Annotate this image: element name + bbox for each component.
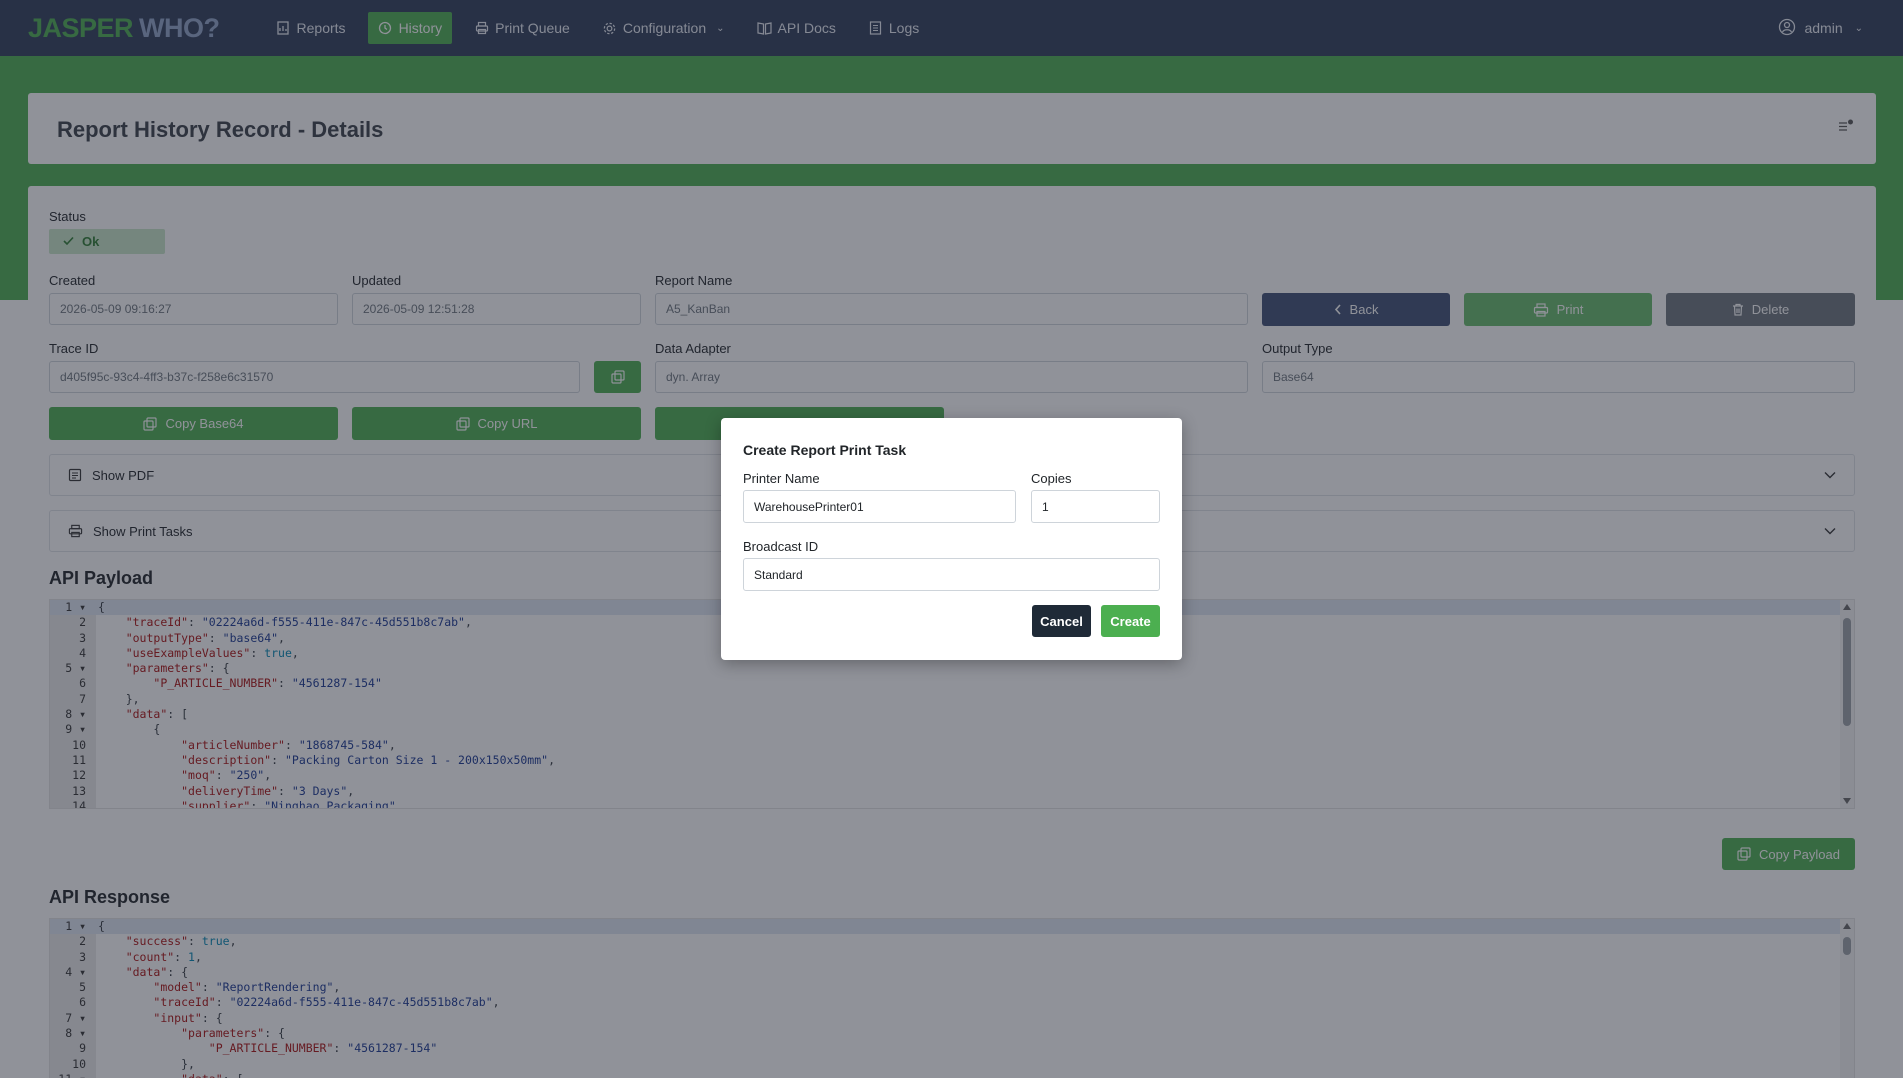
- broadcast-id-input[interactable]: Standard: [743, 558, 1160, 591]
- modal-title: Create Report Print Task: [743, 442, 907, 458]
- create-print-task-modal: Create Report Print Task Printer Name Wa…: [721, 418, 1182, 660]
- cancel-button[interactable]: Cancel: [1032, 605, 1091, 637]
- create-button[interactable]: Create: [1101, 605, 1160, 637]
- copies-label: Copies: [1031, 471, 1072, 486]
- printer-name-input[interactable]: WarehousePrinter01: [743, 490, 1016, 523]
- copies-input[interactable]: 1: [1031, 490, 1160, 523]
- broadcast-id-label: Broadcast ID: [743, 539, 819, 554]
- printer-name-label: Printer Name: [743, 471, 820, 486]
